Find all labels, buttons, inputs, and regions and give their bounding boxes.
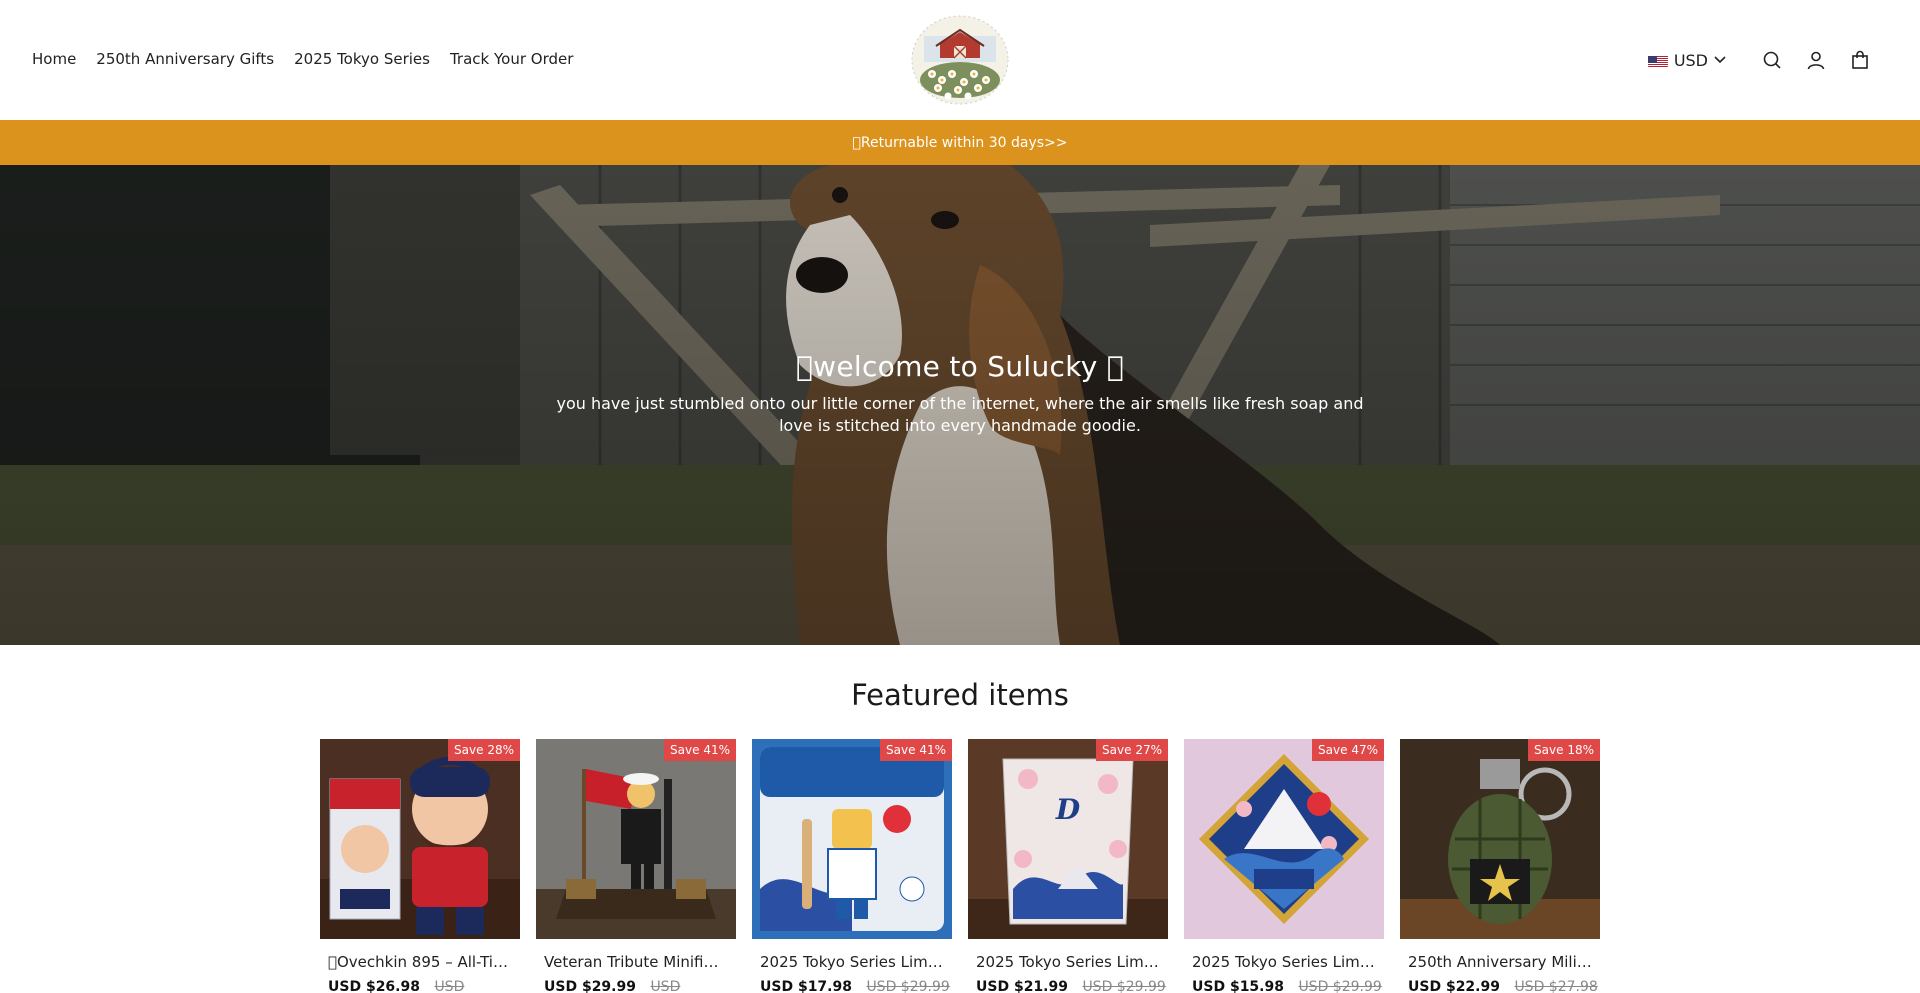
chevron-down-icon	[1714, 56, 1726, 64]
product-card[interactable]: Save 18% 250th Anniversary Military Keyc…	[1400, 739, 1600, 993]
discount-badge: Save 41%	[664, 739, 736, 761]
original-price: USD	[434, 979, 465, 993]
product-name[interactable]: 250th Anniversary Military Keychain	[1408, 953, 1592, 971]
nav-home[interactable]: Home	[32, 50, 76, 68]
original-price: USD $27.98	[1514, 979, 1598, 993]
currency-label: USD	[1673, 50, 1708, 70]
nav-250th-anniversary-gifts[interactable]: 250th Anniversary Gifts	[96, 50, 274, 68]
sale-price: USD $21.99	[976, 979, 1068, 993]
nav-2025-tokyo-series[interactable]: 2025 Tokyo Series	[294, 50, 430, 68]
discount-badge: Save 27%	[1096, 739, 1168, 761]
product-price: USD $21.99 USD $29.99	[976, 979, 1166, 993]
store-logo[interactable]	[910, 14, 1010, 106]
discount-badge: Save 41%	[880, 739, 952, 761]
hero-text:  welcome to Sulucky   you have just stum…	[0, 350, 1920, 437]
discount-badge: Save 47%	[1312, 739, 1384, 761]
product-name[interactable]: 2025 Tokyo Series Limited Glass	[976, 953, 1160, 971]
product-price: USD $26.98 USD	[328, 979, 512, 993]
product-name[interactable]:  Ovechkin 895 – All-Time Goals	[328, 953, 512, 971]
currency-selector[interactable]: USD	[1647, 50, 1726, 70]
discount-badge: Save 18%	[1528, 739, 1600, 761]
original-price: USD	[650, 979, 681, 993]
featured-title: Featured items	[851, 678, 1069, 712]
product-grid: Save 28%  Ovechkin 895 – All-Time Goals …	[320, 739, 1600, 993]
nav-track-your-order[interactable]: Track Your Order	[450, 50, 573, 68]
product-card[interactable]: Save 41% Veteran Tribute Minifigs Marine…	[536, 739, 736, 993]
product-card[interactable]: Save 41% 2025 Tokyo Series Limited Editi…	[752, 739, 952, 993]
hero-subtitle: you have just stumbled onto our little c…	[556, 394, 1364, 435]
sale-price: USD $17.98	[760, 979, 852, 993]
hero-banner:  welcome to Sulucky   you have just stum…	[0, 165, 1920, 645]
site-header: Home 250th Anniversary Gifts 2025 Tokyo …	[0, 0, 1920, 120]
product-card[interactable]: D Save 27% 2025 Tokyo Series Limited Gla…	[968, 739, 1168, 993]
product-image[interactable]: Save 41%	[752, 739, 952, 939]
svg-text:D: D	[1055, 793, 1081, 826]
product-image[interactable]: Save 47%	[1184, 739, 1384, 939]
announcement-bar[interactable]:  Returnable within 30 days>>	[0, 120, 1920, 165]
product-image[interactable]: Save 41%	[536, 739, 736, 939]
product-price: USD $22.99 USD $27.98	[1408, 979, 1598, 993]
account-icon[interactable]	[1794, 46, 1838, 74]
product-price: USD $17.98 USD $29.99	[760, 979, 950, 993]
original-price: USD $29.99	[866, 979, 950, 993]
product-image[interactable]: D Save 27%	[968, 739, 1168, 939]
product-price: USD $29.99 USD	[544, 979, 728, 993]
product-price: USD $15.98 USD $29.99	[1192, 979, 1382, 993]
product-name[interactable]: Veteran Tribute Minifigs Marine Corps	[544, 953, 728, 971]
us-flag-icon	[1647, 54, 1668, 67]
discount-badge: Save 28%	[448, 739, 520, 761]
sale-price: USD $22.99	[1408, 979, 1500, 993]
product-name[interactable]: 2025 Tokyo Series Limited Pin	[1192, 953, 1376, 971]
search-icon[interactable]	[1750, 46, 1794, 74]
product-image[interactable]: Save 18%	[1400, 739, 1600, 939]
product-name[interactable]: 2025 Tokyo Series Limited Edition	[760, 953, 944, 971]
product-card[interactable]: Save 47% 2025 Tokyo Series Limited Pin U…	[1184, 739, 1384, 993]
announcement-text[interactable]:  Returnable within 30 days>>	[853, 135, 1068, 151]
sale-price: USD $29.99	[544, 979, 636, 993]
header-actions: USD	[1647, 46, 1882, 74]
product-card[interactable]: Save 28%  Ovechkin 895 – All-Time Goals …	[320, 739, 520, 993]
original-price: USD $29.99	[1298, 979, 1382, 993]
original-price: USD $29.99	[1082, 979, 1166, 993]
hero-title:  welcome to Sulucky  	[796, 350, 1124, 383]
sale-price: USD $15.98	[1192, 979, 1284, 993]
main-nav: Home 250th Anniversary Gifts 2025 Tokyo …	[32, 50, 573, 68]
product-image[interactable]: Save 28%	[320, 739, 520, 939]
sale-price: USD $26.98	[328, 979, 420, 993]
cart-icon[interactable]	[1838, 46, 1882, 74]
